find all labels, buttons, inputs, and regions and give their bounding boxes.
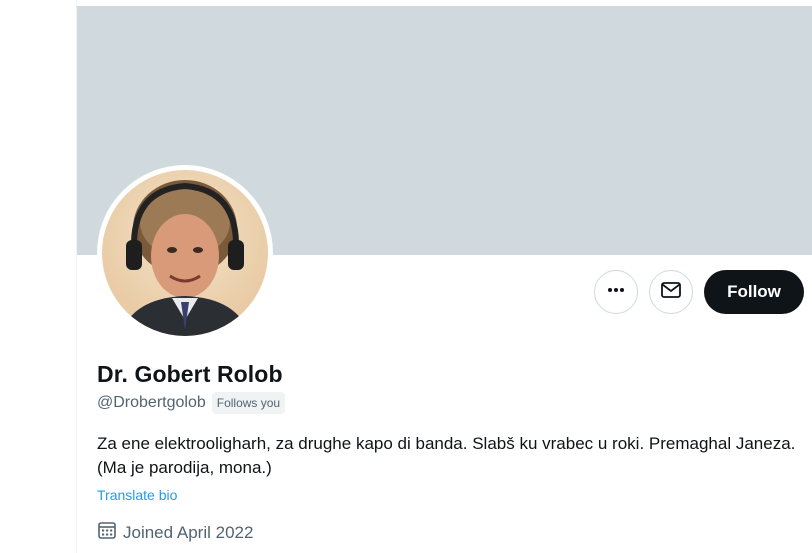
left-navigation-rail: [0, 0, 77, 553]
profile-display-name: Dr. Gobert Rolob: [97, 361, 283, 387]
profile-avatar[interactable]: [97, 165, 273, 341]
profile-bio: Za ene elektrooligharh, za drughe kapo d…: [97, 434, 796, 477]
follows-you-badge: Follows you: [211, 392, 286, 414]
joined-date-row: Joined April 2022: [97, 520, 253, 545]
follow-button[interactable]: Follow: [704, 270, 804, 314]
translate-bio-link[interactable]: Translate bio: [97, 487, 177, 503]
joined-date-text: Joined April 2022: [123, 522, 254, 542]
more-dots-icon: [606, 280, 626, 305]
message-button[interactable]: [649, 270, 693, 314]
envelope-icon: [660, 279, 682, 306]
more-options-button[interactable]: [594, 270, 638, 314]
calendar-icon: [97, 520, 117, 545]
profile-handle: @Drobertgolob: [97, 394, 206, 411]
avatar-photo: [102, 170, 268, 336]
handle-row: @Drobertgolob Follows you: [97, 392, 286, 414]
